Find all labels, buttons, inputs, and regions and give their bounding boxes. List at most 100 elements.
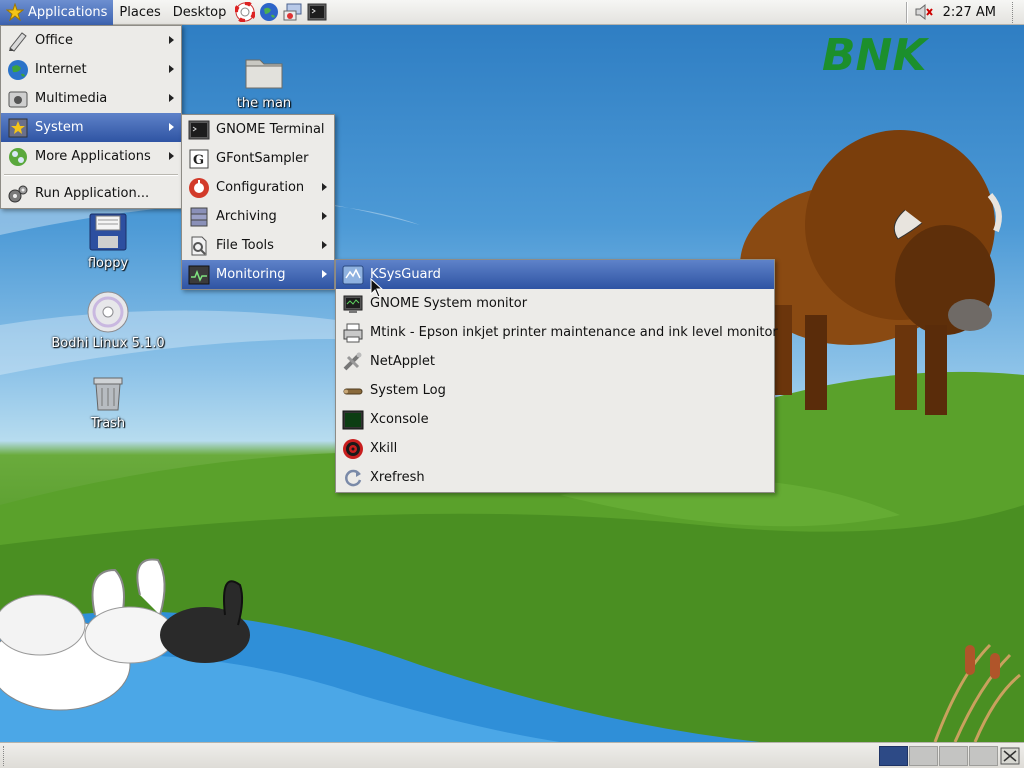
submenu-arrow-icon	[322, 183, 327, 191]
menu-item-office[interactable]: Office	[1, 26, 181, 55]
cdrom-icon	[87, 291, 129, 333]
menu-item-label: File Tools	[216, 238, 274, 253]
menu-item-label: GNOME System monitor	[370, 296, 528, 311]
system-icon	[6, 116, 30, 140]
menu-item-gnome-system-monitor[interactable]: GNOME System monitor	[336, 289, 774, 318]
menu-item-archiving[interactable]: Archiving	[182, 202, 334, 231]
menu-item-configuration[interactable]: Configuration	[182, 173, 334, 202]
star-icon	[6, 3, 24, 21]
menu-item-file-tools[interactable]: File Tools	[182, 231, 334, 260]
email-launcher[interactable]	[282, 1, 304, 23]
panel-separator	[906, 2, 908, 23]
desktop-icon-label: the man	[236, 96, 292, 111]
email-icon	[283, 3, 302, 21]
desktop-menu-label: Desktop	[172, 4, 227, 20]
desktop-icon-the-man[interactable]: the man	[204, 50, 324, 111]
floppy-icon	[89, 213, 127, 251]
menu-item-monitoring[interactable]: Monitoring	[182, 260, 334, 289]
menu-item-label: Run Application...	[35, 186, 150, 201]
submenu-arrow-icon	[322, 212, 327, 220]
menu-item-mtink[interactable]: Mtink - Epson inkjet printer maintenance…	[336, 318, 778, 347]
workspace-4[interactable]	[969, 746, 998, 766]
applications-menu-button[interactable]: Applications	[0, 0, 114, 25]
bottom-panel	[0, 742, 1024, 768]
menu-item-label: Mtink - Epson inkjet printer maintenance…	[370, 325, 778, 340]
menu-item-gfontsampler[interactable]: G GFontSampler	[182, 144, 334, 173]
configuration-icon	[187, 176, 211, 200]
submenu-arrow-icon	[169, 36, 174, 44]
menu-item-label: GNOME Terminal	[216, 122, 325, 137]
top-panel: Applications Places Desktop 2:27 AM	[0, 0, 1024, 25]
clock[interactable]: 2:27 AM	[943, 0, 996, 25]
menu-item-label: Archiving	[216, 209, 277, 224]
trash-applet[interactable]	[999, 746, 1021, 766]
menu-item-multimedia[interactable]: Multimedia	[1, 84, 181, 113]
run-application-icon	[6, 182, 30, 206]
network-icon	[341, 350, 365, 374]
menu-item-netapplet[interactable]: NetApplet	[336, 347, 774, 376]
workspace-3[interactable]	[939, 746, 968, 766]
menu-item-label: System	[35, 120, 84, 135]
office-icon	[6, 29, 30, 53]
menu-item-system[interactable]: System	[1, 113, 181, 142]
xkill-target-icon	[341, 437, 365, 461]
menu-item-gnome-terminal[interactable]: GNOME Terminal	[182, 115, 334, 144]
menu-item-xconsole[interactable]: Xconsole	[336, 405, 774, 434]
menu-item-label: System Log	[370, 383, 446, 398]
workspace-1[interactable]	[879, 746, 908, 766]
desktop-icon-bodhi-linux[interactable]: Bodhi Linux 5.1.0	[48, 290, 168, 351]
menu-item-label: Multimedia	[35, 91, 108, 106]
internet-icon	[6, 58, 30, 82]
menu-item-label: Office	[35, 33, 73, 48]
workspace-2[interactable]	[909, 746, 938, 766]
desktop-icon-floppy[interactable]: floppy	[48, 210, 168, 271]
multimedia-icon	[6, 87, 30, 111]
desktop-menu-button[interactable]: Desktop	[167, 0, 233, 25]
menu-separator	[1, 171, 181, 179]
menu-item-label: Internet	[35, 62, 87, 77]
applications-menu-label: Applications	[28, 4, 108, 20]
menu-item-system-log[interactable]: System Log	[336, 376, 774, 405]
web-browser-launcher[interactable]	[258, 1, 280, 23]
desktop-icon-trash[interactable]: Trash	[48, 370, 168, 431]
submenu-arrow-icon	[169, 123, 174, 131]
menu-item-xkill[interactable]: Xkill	[336, 434, 774, 463]
help-icon	[235, 2, 256, 22]
terminal-launcher[interactable]	[306, 1, 328, 23]
menu-item-label: More Applications	[35, 149, 151, 164]
monitoring-icon	[187, 263, 211, 287]
printer-icon	[341, 321, 365, 345]
menu-item-ksysguard[interactable]: KSysGuard	[336, 260, 774, 289]
desktop-icon-label: floppy	[87, 256, 129, 271]
monitoring-submenu: KSysGuard GNOME System monitor Mtink - E…	[335, 259, 778, 493]
trash-icon	[1000, 747, 1020, 765]
desktop-icon-label: Trash	[90, 416, 126, 431]
menu-item-label: Xrefresh	[370, 470, 425, 485]
svg-text:G: G	[193, 153, 204, 168]
menu-item-more-applications[interactable]: More Applications	[1, 142, 181, 171]
panel-handle	[1012, 2, 1018, 23]
menu-item-xrefresh[interactable]: Xrefresh	[336, 463, 774, 492]
menu-item-run-application[interactable]: Run Application...	[1, 179, 181, 208]
applications-menu: Office Internet Multimedia System More A…	[0, 25, 182, 209]
mouse-pointer-icon	[370, 278, 384, 298]
archiving-icon	[187, 205, 211, 229]
menu-item-label: Xconsole	[370, 412, 429, 427]
help-launcher[interactable]	[234, 1, 256, 23]
trash-icon	[93, 377, 123, 411]
file-tools-icon	[187, 234, 211, 258]
panel-handle	[3, 746, 9, 766]
desktop-icon-label: Bodhi Linux 5.1.0	[51, 336, 165, 351]
console-icon	[341, 408, 365, 432]
menu-item-label: NetApplet	[370, 354, 435, 369]
menu-item-label: Monitoring	[216, 267, 286, 282]
menu-item-internet[interactable]: Internet	[1, 55, 181, 84]
terminal-icon	[307, 3, 327, 21]
submenu-arrow-icon	[322, 270, 327, 278]
web-browser-icon	[260, 3, 279, 21]
ksysguard-icon	[341, 263, 365, 287]
system-monitor-icon	[341, 292, 365, 316]
places-menu-button[interactable]: Places	[113, 0, 166, 25]
volume-applet[interactable]	[914, 3, 934, 21]
places-menu-label: Places	[119, 4, 161, 20]
